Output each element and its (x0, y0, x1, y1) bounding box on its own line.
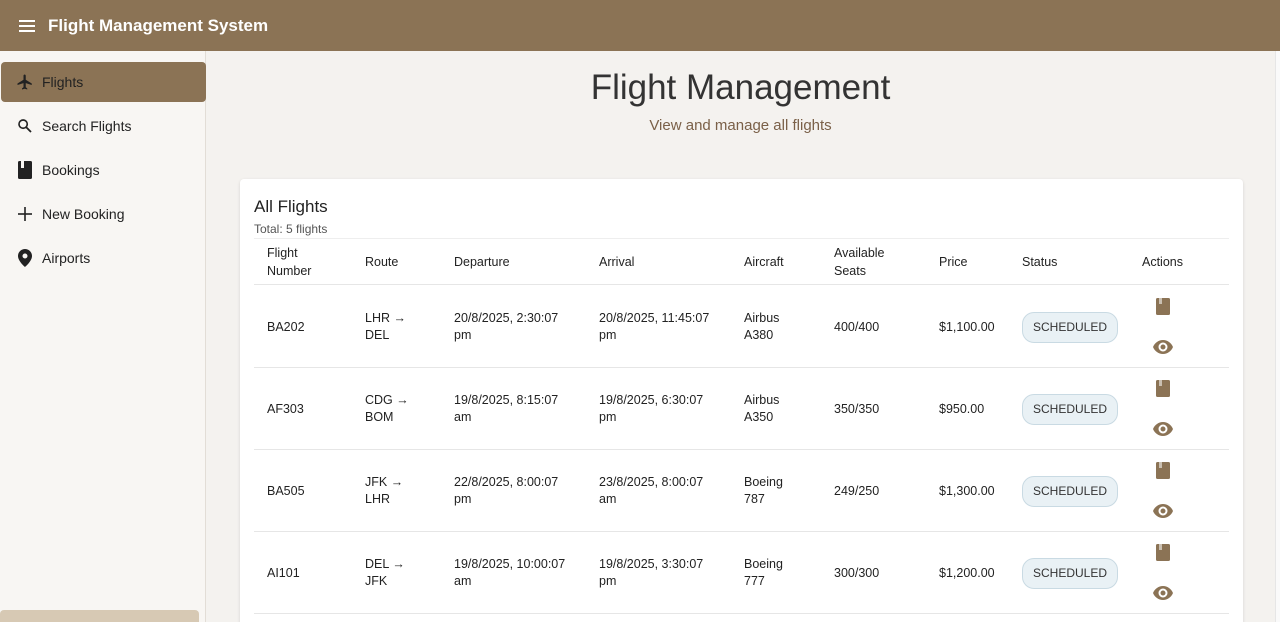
header-status[interactable]: Status (1022, 238, 1057, 285)
book-icon[interactable] (1151, 294, 1175, 318)
aircraft: Airbus A380 (744, 311, 780, 342)
arrival: 23/8/2025, 8:00:07 am (599, 475, 704, 506)
sidebar-item-search-flights[interactable]: Search Flights (1, 106, 206, 146)
flight-number: AI101 (267, 565, 300, 580)
sidebar-item-label: Search Flights (42, 118, 132, 134)
sidebar-item-label: Bookings (42, 162, 100, 178)
plus-icon (15, 204, 35, 224)
app-bar: Flight Management System (0, 0, 1280, 51)
price: $1,100.00 (939, 319, 995, 334)
route: LHR → DEL (365, 311, 406, 342)
flight-number: BA202 (267, 319, 305, 334)
flight-number: BA505 (267, 483, 305, 498)
table-row: AF303 CDG → BOM 19/8/2025, 8:15:07 am 19/8… (254, 368, 1229, 450)
aircraft: Boeing 777 (744, 557, 783, 588)
sidebar-footer-bar (0, 610, 199, 622)
view-eye-icon[interactable] (1151, 417, 1175, 441)
scrollbar[interactable] (1275, 51, 1280, 622)
sidebar: Flights Search Flights Bookings New Book… (0, 51, 206, 622)
status-badge: SCHEDULED (1022, 557, 1119, 589)
page-subtitle: View and manage all flights (649, 117, 832, 134)
available-seats: 300/300 (834, 565, 880, 580)
available-seats: 249/250 (834, 483, 880, 498)
book-icon[interactable] (1151, 376, 1175, 400)
route: DEL → JFK (365, 557, 405, 588)
status-badge: SCHEDULED (1022, 475, 1119, 507)
table-row: AI101 DEL → JFK 19/8/2025, 10:00:07 am 19/… (254, 532, 1229, 614)
arrival: 19/8/2025, 6:30:07 pm (599, 393, 704, 424)
aircraft: Boeing 787 (744, 475, 783, 506)
sidebar-item-bookings[interactable]: Bookings (1, 150, 206, 190)
aircraft: Airbus A350 (744, 393, 780, 424)
book-icon[interactable] (1151, 540, 1175, 564)
price: $950.00 (939, 401, 985, 416)
app-title: Flight Management System (48, 15, 269, 35)
departure: 19/8/2025, 8:15:07 am (454, 393, 559, 424)
table-header: Flight Number Route Departure Arrival Air… (254, 238, 1229, 285)
status-cell: SCHEDULED (1022, 368, 1119, 450)
header-flight-number[interactable]: Flight Number (267, 238, 311, 285)
header-available-seats[interactable]: Available Seats (834, 238, 885, 285)
sidebar-item-label: Airports (42, 250, 91, 266)
arrival: 19/8/2025, 3:30:07 pm (599, 557, 704, 588)
price: $1,200.00 (939, 565, 995, 580)
status-badge: SCHEDULED (1022, 393, 1119, 425)
route: JFK → LHR (365, 475, 404, 506)
header-arrival[interactable]: Arrival (599, 238, 634, 285)
card-title: All Flights (254, 197, 328, 216)
flight-count: Total: 5 flights (254, 222, 328, 236)
header-route[interactable]: Route (365, 238, 398, 285)
status-cell: SCHEDULED (1022, 286, 1119, 368)
search-icon (15, 116, 35, 136)
available-seats: 350/350 (834, 401, 880, 416)
departure: 20/8/2025, 2:30:07 pm (454, 311, 559, 342)
flight-number: AF303 (267, 401, 304, 416)
departure: 22/8/2025, 8:00:07 pm (454, 475, 559, 506)
available-seats: 400/400 (834, 319, 880, 334)
status-cell: SCHEDULED (1022, 532, 1119, 614)
book-icon[interactable] (1151, 458, 1175, 482)
view-eye-icon[interactable] (1151, 335, 1175, 359)
status-cell: SCHEDULED (1022, 450, 1119, 532)
sidebar-item-airports[interactable]: Airports (1, 238, 206, 278)
arrival: 20/8/2025, 11:45:07 pm (599, 311, 710, 342)
airplane-icon (15, 72, 35, 92)
route: CDG → BOM (365, 393, 409, 424)
sidebar-item-flights[interactable]: Flights (1, 62, 206, 102)
price: $1,300.00 (939, 483, 995, 498)
header-actions: Actions (1142, 254, 1183, 269)
location-pin-icon (15, 248, 35, 268)
flights-card: All Flights Total: 5 flights Flight Numbe… (240, 179, 1243, 622)
status-badge: SCHEDULED (1022, 311, 1119, 343)
page-title: Flight Management (590, 68, 891, 107)
departure: 19/8/2025, 10:00:07 am (454, 557, 566, 588)
sidebar-item-label: New Booking (42, 206, 125, 222)
table-row: BA202 LHR → DEL 20/8/2025, 2:30:07 pm 20/8… (254, 286, 1229, 368)
book-icon (15, 160, 35, 180)
sidebar-item-label: Flights (42, 74, 84, 90)
view-eye-icon[interactable] (1151, 499, 1175, 523)
header-aircraft[interactable]: Aircraft (744, 238, 784, 285)
header-departure[interactable]: Departure (454, 238, 510, 285)
table-row: BA505 JFK → LHR 22/8/2025, 8:00:07 pm 23/8… (254, 450, 1229, 532)
header-price[interactable]: Price (939, 238, 967, 285)
view-eye-icon[interactable] (1151, 581, 1175, 605)
sidebar-item-new-booking[interactable]: New Booking (1, 194, 206, 234)
